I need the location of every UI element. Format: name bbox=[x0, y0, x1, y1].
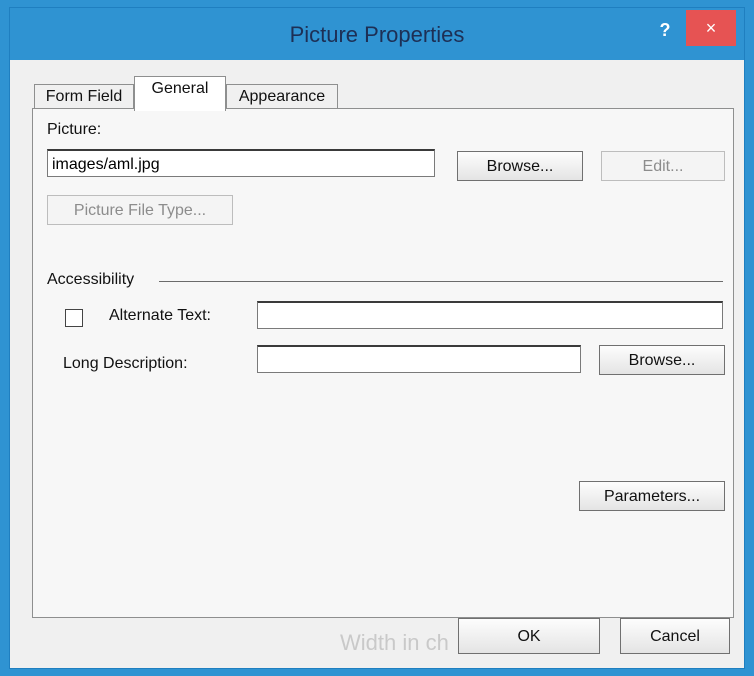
alternate-text-checkbox[interactable] bbox=[65, 309, 83, 327]
long-description-label: Long Description: bbox=[63, 355, 188, 372]
picture-path-input[interactable]: images/aml.jpg bbox=[47, 149, 435, 177]
picture-properties-dialog: Picture Properties ? × Form Field Genera… bbox=[10, 8, 744, 668]
alternate-text-input[interactable] bbox=[257, 301, 723, 329]
accessibility-divider bbox=[159, 281, 723, 282]
general-tab-panel: Picture: images/aml.jpg Browse... Edit..… bbox=[32, 108, 734, 618]
tab-appearance[interactable]: Appearance bbox=[226, 84, 338, 109]
long-description-browse-button[interactable]: Browse... bbox=[599, 345, 725, 375]
cancel-button[interactable]: Cancel bbox=[620, 618, 730, 654]
tab-form-field[interactable]: Form Field bbox=[34, 84, 134, 109]
picture-browse-button[interactable]: Browse... bbox=[457, 151, 583, 181]
edit-button[interactable]: Edit... bbox=[601, 151, 725, 181]
picture-file-type-button[interactable]: Picture File Type... bbox=[47, 195, 233, 225]
help-button[interactable]: ? bbox=[650, 16, 680, 44]
parameters-button[interactable]: Parameters... bbox=[579, 481, 725, 511]
background-text: Width in ch bbox=[340, 630, 449, 655]
accessibility-heading: Accessibility bbox=[47, 271, 135, 288]
dialog-title: Picture Properties bbox=[289, 22, 465, 47]
tab-general[interactable]: General bbox=[134, 76, 226, 111]
ok-button[interactable]: OK bbox=[458, 618, 600, 654]
picture-label: Picture: bbox=[47, 121, 102, 138]
title-bar: Picture Properties ? × bbox=[10, 8, 744, 60]
close-button[interactable]: × bbox=[686, 10, 736, 46]
long-description-input[interactable] bbox=[257, 345, 581, 373]
alternate-text-label: Alternate Text: bbox=[109, 307, 211, 324]
